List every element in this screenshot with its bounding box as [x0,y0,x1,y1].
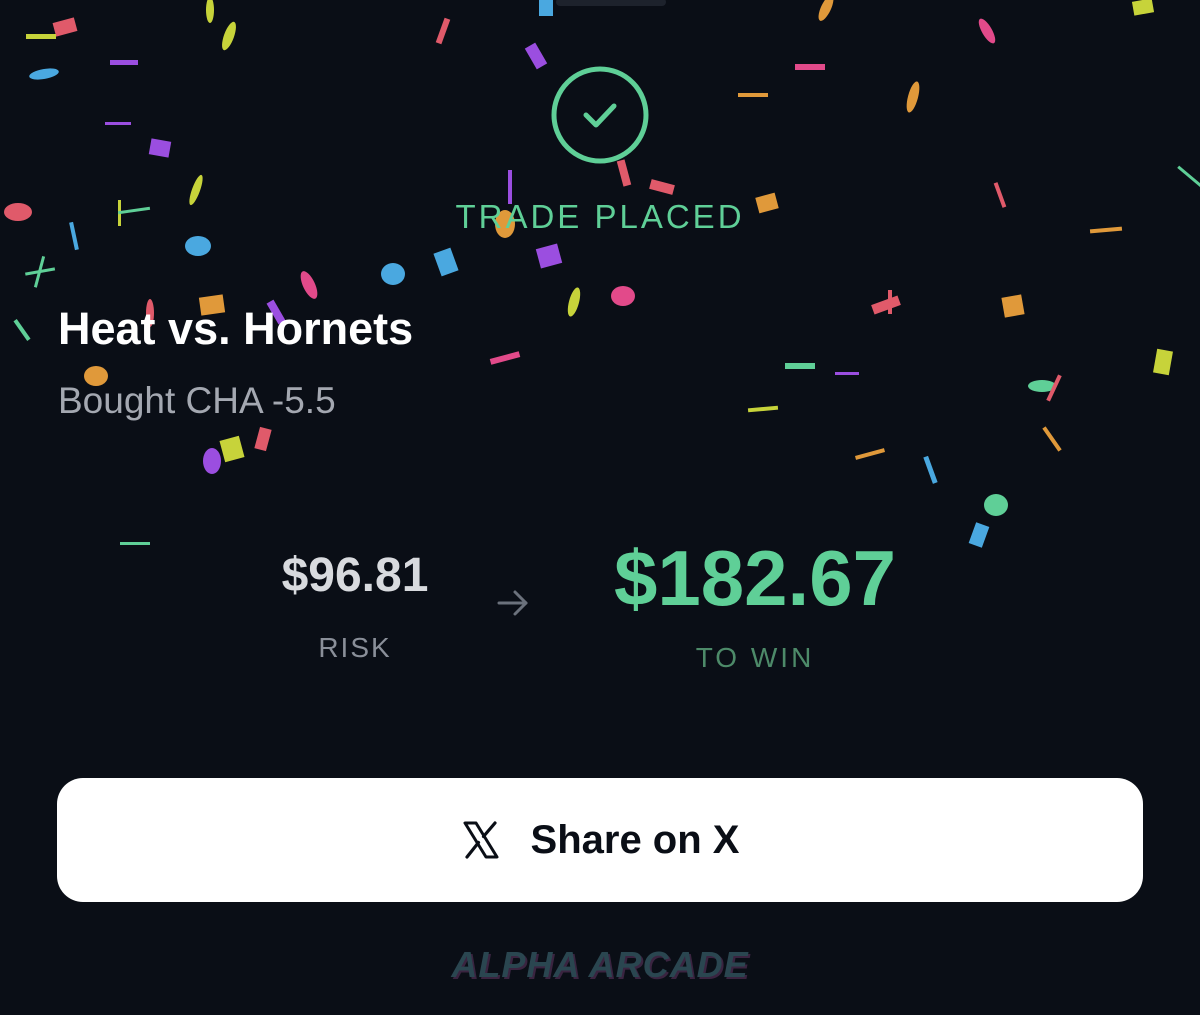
sheet-handle[interactable] [556,0,666,6]
share-on-x-button[interactable]: Share on X [57,778,1143,902]
risk-amount: $96.81 [281,549,429,602]
win-label: TO WIN [695,642,815,673]
event-title: Heat vs. Hornets [58,303,414,354]
arrow-right-icon [497,590,528,616]
trade-description: Bought CHA -5.5 [58,380,336,421]
alpha-arcade-logo: ALPHA ARCADE [451,944,749,985]
status-title: TRADE PLACED [455,198,745,235]
share-button-label: Share on X [530,817,740,862]
x-logo-icon [463,821,499,859]
risk-label: RISK [318,632,392,663]
trade-confirmation-screen: TRADE PLACED Heat vs. Hornets Bought CHA… [0,0,1200,1015]
check-circle-icon [551,66,649,164]
win-amount: $182.67 [614,534,896,622]
